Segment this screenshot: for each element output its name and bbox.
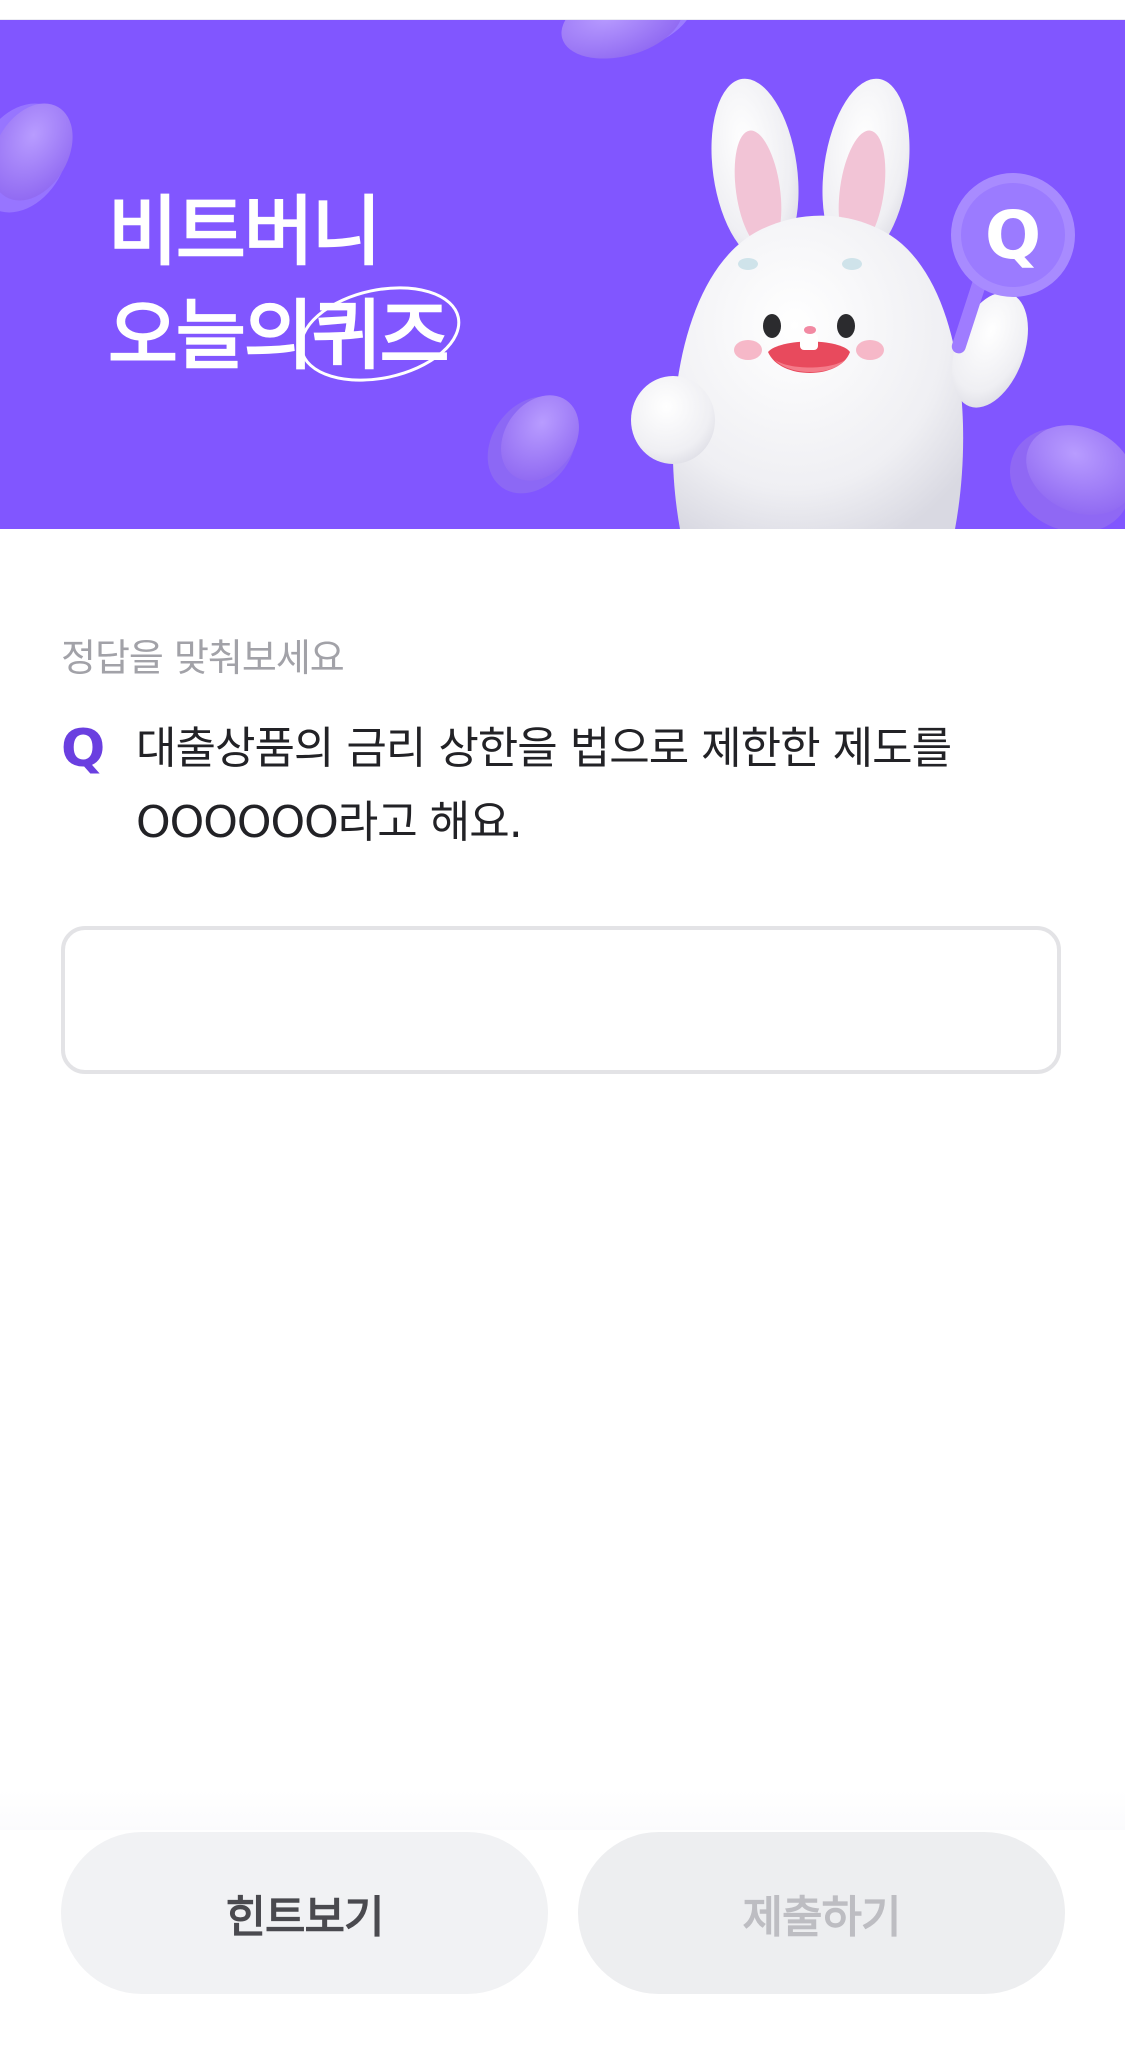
- banner-title-prefix: 오늘의: [108, 291, 314, 380]
- quiz-prompt: 정답을 맞춰보세요: [61, 636, 345, 680]
- status-strip: [0, 0, 1125, 20]
- answer-input[interactable]: [61, 926, 1061, 1074]
- banner-title: 비트버니 오늘의퀴즈: [108, 180, 461, 388]
- svg-text:Q: Q: [985, 197, 1041, 274]
- quiz-page: Q 비트버니 오늘의퀴즈 정답을 맞춰보세요 Q 대출상품의 금리 상한을 법으…: [0, 0, 1125, 2053]
- hint-button[interactable]: 힌트보기: [61, 1832, 548, 1994]
- coin-icon: [0, 103, 73, 213]
- coin-icon: [487, 395, 579, 494]
- quiz-banner: Q 비트버니 오늘의퀴즈: [0, 20, 1125, 529]
- question-text: 대출상품의 금리 상한을 법으로 제한한 제도를 OOOOOO라고 해요.: [136, 723, 952, 848]
- banner-title-highlight: 퀴즈: [311, 291, 450, 380]
- banner-title-highlight-wrap: 퀴즈: [299, 284, 461, 388]
- banner-title-line2: 오늘의퀴즈: [108, 284, 461, 388]
- coin-icon: [1009, 425, 1125, 529]
- bunny-mascot-icon: Q: [631, 78, 1075, 529]
- question-marker-icon: Q: [61, 719, 106, 779]
- footer-divider: [0, 1790, 1125, 1830]
- banner-title-line1: 비트버니: [108, 187, 382, 276]
- coin-icon: [561, 20, 695, 59]
- submit-button[interactable]: 제출하기: [578, 1832, 1065, 1994]
